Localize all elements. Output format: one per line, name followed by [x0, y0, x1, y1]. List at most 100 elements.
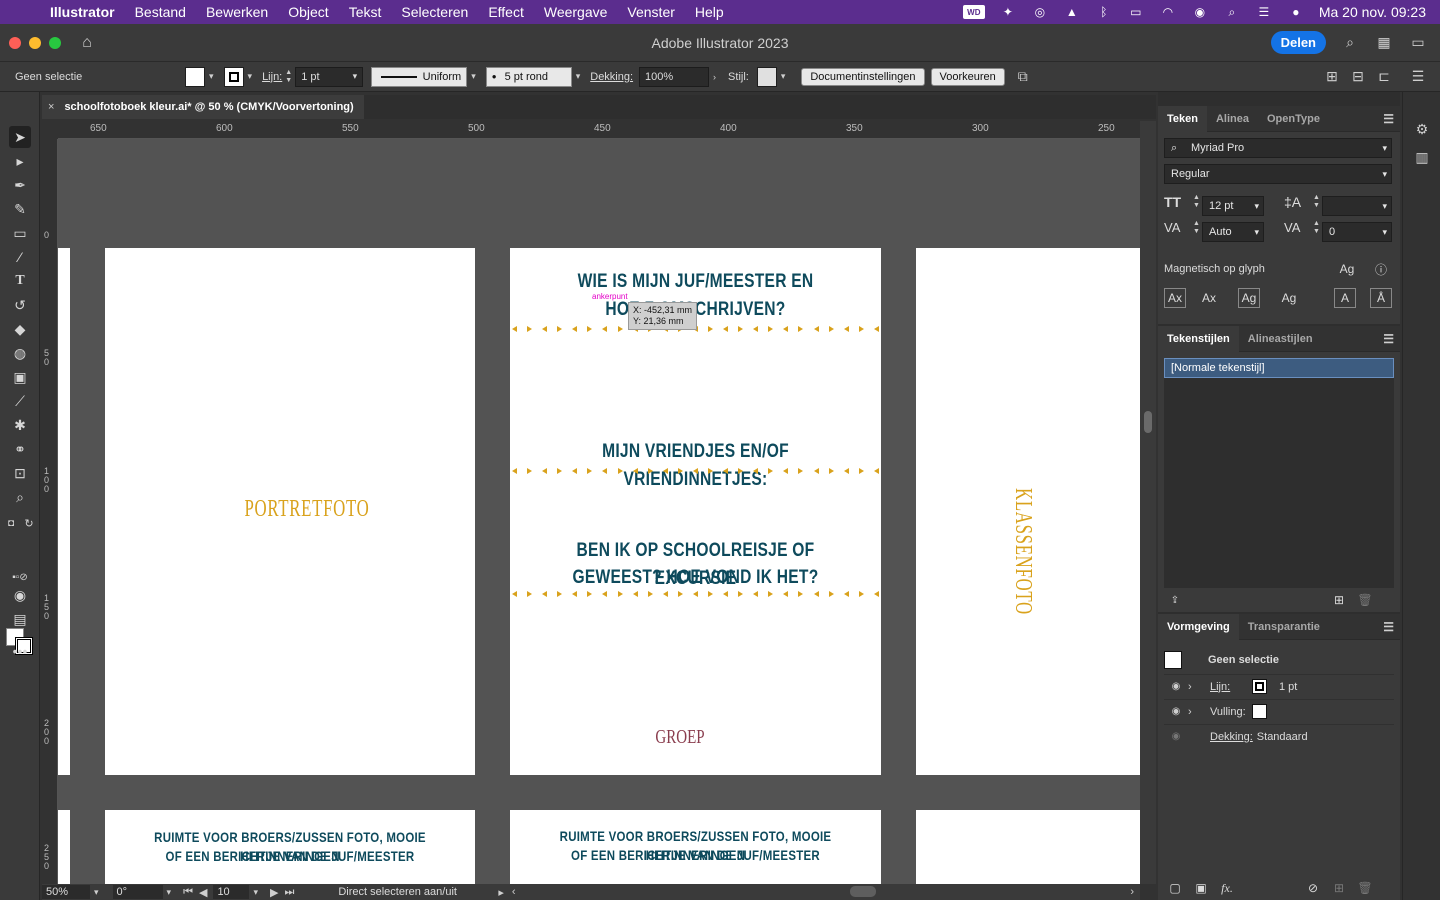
question-2[interactable]: MIJN VRIENDJES EN/OF VRIENDINNETJES: [543, 438, 847, 494]
tab-opentype[interactable]: OpenType [1258, 106, 1329, 132]
artboard-left-partial[interactable] [58, 248, 70, 775]
artboard-dropdown-icon[interactable]: ▾ [253, 887, 258, 898]
artboard-bottom-right[interactable] [916, 810, 1140, 884]
delete-item-icon[interactable]: 🗑 [1354, 878, 1376, 898]
vertical-scrollbar[interactable] [1140, 121, 1156, 884]
home-icon[interactable]: ⌂ [77, 33, 97, 53]
opacity-label[interactable]: Dekking: [590, 71, 633, 83]
appearance-stroke-row[interactable]: ◉ › Lijn: 1 pt [1164, 674, 1394, 698]
visibility-eye-icon[interactable]: ◉ [1164, 706, 1188, 717]
add-stroke-icon[interactable]: ▢ [1164, 878, 1186, 898]
opacity-row-label[interactable]: Dekking: [1210, 731, 1253, 743]
leading-field[interactable]: ▾ [1322, 196, 1392, 216]
preferences-button[interactable]: Voorkeuren [930, 67, 1005, 86]
horizontal-ruler[interactable]: 650 600 550 500 450 400 350 300 250 [58, 121, 1140, 139]
zoom-window-button[interactable] [49, 36, 61, 49]
libraries-panel-icon[interactable]: ▥ [1412, 148, 1432, 166]
graphic-style-dropdown-icon[interactable]: ▾ [781, 71, 786, 82]
opacity-dropdown-icon[interactable]: › [713, 72, 716, 82]
fill-dropdown-icon[interactable]: ▾ [209, 71, 214, 82]
add-effect-icon[interactable]: fx. [1216, 878, 1238, 898]
fill-row-swatch[interactable] [1252, 704, 1267, 719]
zoom-dropdown-icon[interactable]: ▾ [94, 887, 99, 898]
menubar-clock[interactable]: Ma 20 nov. 09:23 [1319, 4, 1426, 20]
delete-style-icon[interactable]: 🗑 [1354, 590, 1376, 610]
tab-vormgeving[interactable]: Vormgeving [1158, 613, 1239, 640]
font-size-field[interactable]: 12 pt ▾ [1202, 196, 1264, 216]
add-fill-icon[interactable]: ▣ [1190, 878, 1212, 898]
opacity-field[interactable]: 100% [639, 66, 710, 87]
font-family-dropdown[interactable]: ⌕ Myriad Pro ▾ [1164, 138, 1392, 158]
align-icon[interactable]: ⊞ [1322, 68, 1342, 86]
graphic-style-swatch[interactable] [756, 66, 777, 87]
curvature-tool-icon[interactable]: ✎ [9, 198, 31, 220]
menu-weergave[interactable]: Weergave [534, 4, 618, 20]
brush-dropdown-icon[interactable]: ▾ [576, 71, 581, 82]
siri-icon[interactable]: ● [1287, 5, 1305, 19]
transform-icon[interactable]: ⊟ [1348, 68, 1368, 86]
stroke-swatch[interactable] [223, 66, 244, 87]
blend-tool-icon[interactable]: ⚭ [9, 438, 31, 460]
stroke-row-value[interactable]: 1 pt [1279, 681, 1297, 693]
document-tab[interactable]: × schoolfotoboek kleur.ai* @ 50 % (CMYK/… [42, 95, 364, 119]
artboard-tool-icon[interactable]: ⊡ [9, 462, 31, 484]
profile-dropdown-icon[interactable]: ▾ [471, 71, 476, 82]
horizontal-scroll-thumb[interactable] [850, 886, 876, 897]
snap-proximity-icon[interactable]: Ag [1278, 288, 1300, 308]
snap-baseline-icon[interactable]: Ax [1164, 288, 1186, 308]
portretfoto-label[interactable]: PORTRETFOTO [245, 496, 369, 523]
menu-illustrator[interactable]: Illustrator [40, 4, 125, 20]
tab-alinea[interactable]: Alinea [1207, 106, 1258, 132]
vertical-scroll-thumb[interactable] [1144, 411, 1152, 433]
isolate-icon[interactable]: ⊏ [1374, 68, 1394, 86]
zoom-tool-icon[interactable]: ⌕ [9, 486, 31, 508]
tab-alineastijlen[interactable]: Alineastijlen [1239, 326, 1322, 352]
leading-stepper[interactable]: ▲ ▼ [1313, 194, 1320, 210]
artboard-bottom-partial[interactable] [58, 810, 70, 884]
puppet-warp-tool-icon[interactable]: ✱ [9, 414, 31, 436]
draw-mode-icon[interactable]: ◉ [9, 584, 31, 606]
fill-swatch[interactable] [185, 66, 205, 87]
gradient-tool-icon[interactable]: ▣ [9, 366, 31, 388]
control-center-icon[interactable]: ☰ [1255, 5, 1273, 19]
menu-bewerken[interactable]: Bewerken [196, 4, 278, 20]
first-artboard-icon[interactable]: ⏮ [183, 886, 193, 899]
artboard-number-field[interactable]: 10 [213, 885, 250, 899]
utility-app-icon[interactable]: ▲ [1063, 5, 1081, 19]
bottom-left-line-2[interactable]: OF EEN BERICHTJE VAN DE JUF/MEESTER [138, 847, 441, 866]
menu-bestand[interactable]: Bestand [125, 4, 196, 20]
more-tools-icon[interactable]: ••• [9, 640, 31, 662]
scroll-left-icon[interactable]: ‹ [512, 886, 516, 898]
list-item[interactable]: [Normale tekenstijl] [1164, 358, 1394, 378]
previous-artboard-icon[interactable]: ◀ [199, 886, 207, 899]
snap-glyph-bounds-icon[interactable]: Ag [1238, 288, 1260, 308]
stroke-row-swatch[interactable] [1252, 679, 1267, 694]
search-icon[interactable]: ⌕ [1340, 34, 1360, 52]
snap-x-height-icon[interactable]: Ax [1198, 288, 1220, 308]
panel-menu-icon[interactable]: ☰ [1383, 332, 1400, 346]
expand-chevron-icon[interactable]: › [1188, 681, 1206, 693]
rectangle-tool-icon[interactable]: ▭ [9, 222, 31, 244]
last-artboard-icon[interactable]: ⏭ [284, 886, 294, 899]
tracking-field[interactable]: 0 ▾ [1322, 222, 1392, 242]
zoom-field[interactable]: 50% [42, 885, 90, 899]
selection-tool-icon[interactable]: ➤ [9, 126, 31, 148]
menu-selecteren[interactable]: Selecteren [391, 4, 478, 20]
stroke-dropdown-icon[interactable]: ▾ [248, 71, 253, 82]
creative-cloud-icon[interactable]: ◎ [1031, 5, 1049, 19]
tab-tekenstijlen[interactable]: Tekenstijlen [1158, 325, 1239, 352]
kerning-stepper[interactable]: ▲ ▼ [1193, 220, 1200, 236]
vertical-ruler[interactable]: 0 50 100 150 200 250 [42, 139, 58, 884]
minimize-window-button[interactable] [29, 36, 41, 49]
stroke-row-label[interactable]: Lijn: [1210, 681, 1252, 693]
tab-transparantie[interactable]: Transparantie [1239, 614, 1329, 640]
groep-label[interactable]: GROEP [654, 726, 707, 749]
panel-menu-icon[interactable]: ☰ [1383, 620, 1400, 634]
appearance-opacity-row[interactable]: ◉ Dekking: Standaard [1164, 724, 1394, 748]
share-button[interactable]: Delen [1270, 31, 1326, 54]
rotate-tool-icon[interactable]: ↺ [9, 294, 31, 316]
info-icon[interactable]: ⓘ [1370, 259, 1392, 279]
artboard-bottom-left[interactable]: RUIMTE VOOR BROERS/ZUSSEN FOTO, MOOIE HE… [105, 810, 475, 884]
bottom-middle-line-2[interactable]: OF EEN BERICHTJE VAN DE JUF/MEESTER [543, 846, 847, 865]
menu-effect[interactable]: Effect [478, 4, 534, 20]
